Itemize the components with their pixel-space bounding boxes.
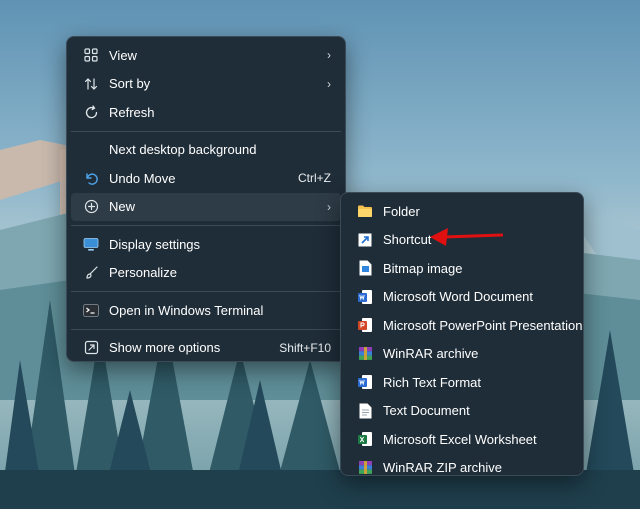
menu-item-label: Personalize — [109, 265, 177, 281]
menu-item-view[interactable]: View › — [71, 41, 341, 70]
plus-circle-icon — [83, 199, 99, 215]
menu-separator — [71, 291, 341, 292]
submenu-item-winrar-archive[interactable]: WinRAR archive — [345, 340, 579, 369]
bitmap-icon — [357, 260, 373, 276]
shortcut-label: Ctrl+Z — [298, 171, 331, 186]
refresh-icon — [83, 104, 99, 120]
menu-item-label: Text Document — [383, 403, 470, 419]
submenu-item-excel-worksheet[interactable]: Microsoft Excel Worksheet — [345, 425, 579, 454]
excel-icon — [357, 431, 373, 447]
submenu-item-word-document[interactable]: Microsoft Word Document — [345, 283, 579, 312]
submenu-item-rich-text-format[interactable]: Rich Text Format — [345, 368, 579, 397]
submenu-item-powerpoint-presentation[interactable]: Microsoft PowerPoint Presentation — [345, 311, 583, 340]
text-document-icon — [357, 403, 373, 419]
menu-item-label: Microsoft PowerPoint Presentation — [383, 317, 583, 333]
terminal-icon — [83, 302, 99, 318]
brush-icon — [83, 265, 99, 281]
menu-item-refresh[interactable]: Refresh — [71, 98, 341, 127]
menu-item-sort-by[interactable]: Sort by › — [71, 70, 341, 99]
desktop-context-menu: View › Sort by › Refresh Next desktop ba… — [66, 36, 346, 362]
winrar-zip-icon — [357, 460, 373, 476]
rtf-icon — [357, 374, 373, 390]
shortcut-label: Shift+F10 — [279, 340, 331, 355]
menu-item-label: New — [109, 199, 136, 215]
menu-item-new[interactable]: New › — [71, 192, 341, 221]
menu-separator — [71, 130, 341, 132]
menu-item-undo-move[interactable]: Undo Move Ctrl+Z — [71, 164, 341, 193]
menu-item-label: Rich Text Format — [383, 374, 482, 390]
display-icon — [83, 236, 99, 252]
chevron-right-icon: › — [327, 199, 331, 214]
menu-item-label: Next desktop background — [109, 142, 257, 158]
word-icon — [357, 289, 373, 305]
sort-arrows-icon — [83, 76, 99, 92]
annotation-arrow-icon — [430, 228, 503, 246]
menu-item-label: Display settings — [109, 236, 201, 252]
chevron-right-icon: › — [327, 48, 331, 63]
submenu-item-text-document[interactable]: Text Document — [345, 397, 579, 426]
grid-icon — [83, 47, 99, 63]
shortcut-icon — [357, 232, 373, 248]
more-options-icon — [83, 340, 99, 356]
menu-item-label: Bitmap image — [383, 260, 463, 276]
folder-icon — [357, 203, 373, 219]
powerpoint-icon — [357, 317, 373, 333]
chevron-right-icon: › — [327, 76, 331, 91]
menu-item-label: Sort by — [109, 76, 151, 92]
menu-item-label: Show more options — [109, 340, 221, 356]
undo-icon — [83, 170, 99, 186]
submenu-item-bitmap-image[interactable]: Bitmap image — [345, 254, 579, 283]
menu-item-label: WinRAR archive — [383, 346, 479, 362]
submenu-item-folder[interactable]: Folder — [345, 197, 579, 226]
winrar-icon — [357, 346, 373, 362]
menu-separator — [71, 328, 341, 330]
menu-item-next-desktop-background[interactable]: Next desktop background — [71, 136, 341, 165]
menu-item-open-in-windows-terminal[interactable]: Open in Windows Terminal — [71, 296, 341, 325]
submenu-item-winrar-zip-archive[interactable]: WinRAR ZIP archive — [345, 454, 579, 483]
menu-item-label: Undo Move — [109, 170, 176, 186]
menu-item-label: WinRAR ZIP archive — [383, 460, 502, 476]
menu-item-show-more-options[interactable]: Show more options Shift+F10 — [71, 334, 341, 363]
menu-item-label: Microsoft Excel Worksheet — [383, 431, 537, 447]
menu-item-label: Folder — [383, 203, 420, 219]
menu-item-label: View — [109, 47, 137, 63]
menu-item-display-settings[interactable]: Display settings — [71, 230, 341, 259]
menu-item-label: Microsoft Word Document — [383, 289, 534, 305]
menu-separator — [71, 225, 341, 226]
menu-item-label: Refresh — [109, 104, 155, 120]
menu-item-label: Open in Windows Terminal — [109, 302, 264, 318]
menu-item-personalize[interactable]: Personalize — [71, 259, 341, 288]
